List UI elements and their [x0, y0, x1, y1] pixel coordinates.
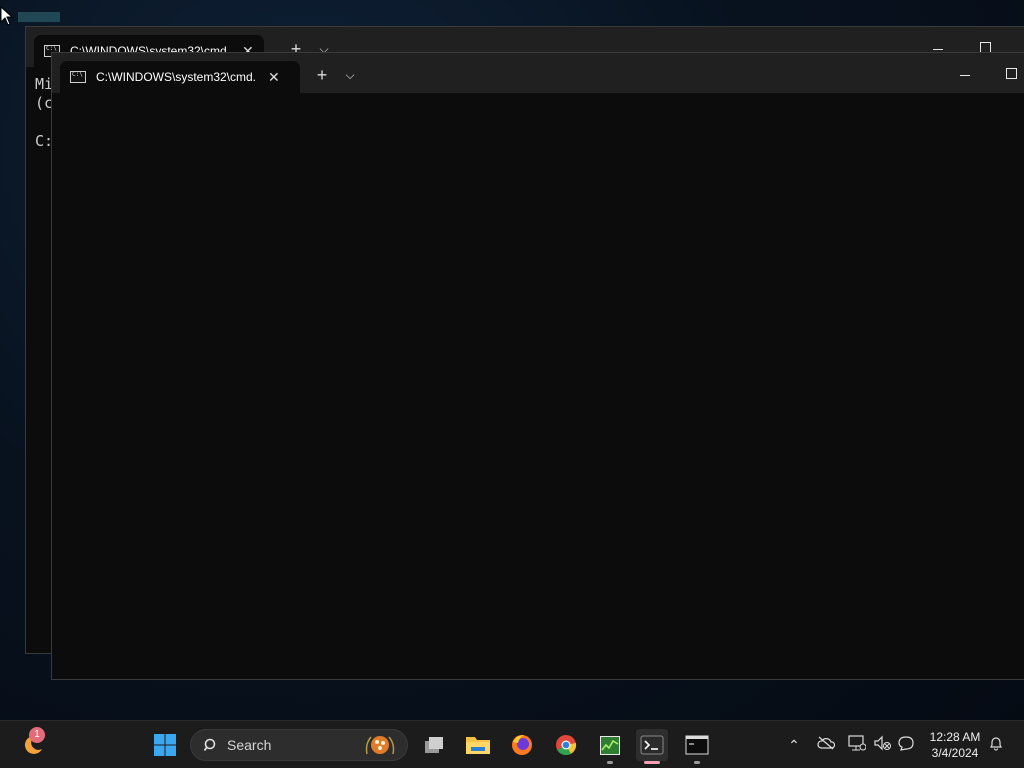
file-explorer-button[interactable] — [462, 729, 494, 761]
cmd-button[interactable] — [681, 729, 713, 764]
task-view-button[interactable] — [418, 729, 450, 761]
volume-muted-icon[interactable] — [873, 735, 893, 755]
notification-badge: 1 — [29, 727, 45, 743]
windows-logo-icon — [154, 734, 176, 756]
search-highlight-icon — [365, 736, 395, 755]
chrome-button[interactable] — [550, 729, 582, 761]
desktop: C:\WINDOWS\system32\cmd. ✕ + ⌵ Mi (c C: … — [0, 0, 1024, 720]
maximize-button[interactable] — [996, 63, 1024, 83]
terminal-button[interactable] — [636, 729, 668, 764]
task-manager-icon — [600, 736, 620, 755]
minimize-button[interactable] — [950, 63, 980, 83]
running-indicator — [644, 761, 660, 764]
terminal-output[interactable] — [52, 93, 1024, 679]
tab-cmd[interactable]: C:\WINDOWS\system32\cmd. ✕ — [60, 61, 300, 93]
start-button[interactable] — [149, 729, 181, 761]
tab-title: C:\WINDOWS\system32\cmd. — [96, 70, 257, 84]
folder-icon — [466, 737, 490, 754]
bell-icon[interactable] — [986, 735, 1006, 755]
search-input[interactable]: Search — [190, 729, 408, 761]
cmd-icon — [70, 71, 86, 83]
network-icon[interactable] — [847, 735, 867, 755]
clock-date: 3/4/2024 — [931, 746, 979, 760]
running-indicator — [607, 761, 613, 764]
system-clock[interactable]: 12:28 AM 3/4/2024 — [924, 729, 986, 761]
titlebar[interactable]: C:\WINDOWS\system32\cmd. ✕ + ⌵ — [52, 53, 1024, 93]
chrome-icon — [556, 735, 577, 756]
new-tab-button[interactable]: + — [310, 63, 334, 87]
mouse-cursor-icon — [0, 6, 14, 26]
taskbar: 1 Search ⌃ 12:28 AM 3/4/2024 — [0, 720, 1024, 768]
chevron-down-icon[interactable]: ⌵ — [338, 63, 362, 87]
clock-time: 12:28 AM — [929, 730, 981, 744]
running-indicator — [694, 761, 700, 764]
search-placeholder: Search — [227, 737, 272, 753]
task-view-icon — [425, 737, 443, 753]
background-glow — [18, 12, 60, 22]
cmd-icon — [685, 735, 709, 755]
chevron-up-icon[interactable]: ⌃ — [784, 735, 804, 755]
copilot-icon[interactable] — [896, 735, 916, 755]
terminal-icon — [640, 735, 664, 755]
task-manager-button[interactable] — [594, 729, 626, 764]
close-tab-icon[interactable]: ✕ — [268, 69, 280, 86]
search-icon — [203, 738, 216, 752]
firefox-button[interactable] — [506, 729, 538, 761]
firefox-icon — [512, 735, 532, 755]
onedrive-icon[interactable] — [816, 735, 836, 755]
terminal-window-front[interactable]: C:\WINDOWS\system32\cmd. ✕ + ⌵ — [51, 52, 1024, 680]
